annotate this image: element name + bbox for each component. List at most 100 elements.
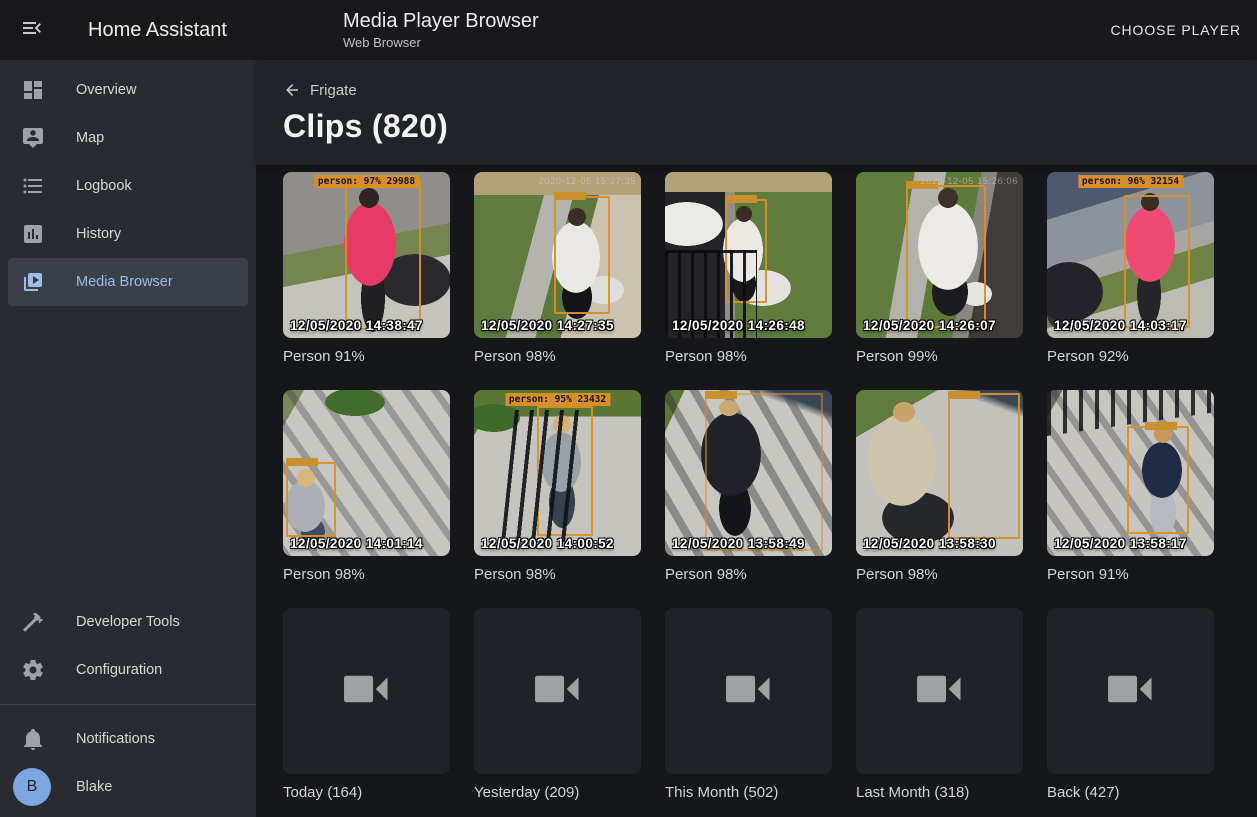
folder-caption: Back (427): [1047, 784, 1214, 801]
clip-card[interactable]: 12/05/2020 13:58:49Person 98%: [665, 390, 832, 583]
arrow-left-icon: [283, 81, 301, 99]
sidebar-spacer: [0, 306, 256, 598]
folder-card-back-427[interactable]: Back (427): [1047, 608, 1214, 801]
detection-label: person: 97% 29988: [314, 175, 419, 188]
detection-label: person: 95% 23432: [505, 393, 610, 406]
sidebar-item-media-browser[interactable]: Media Browser: [8, 258, 248, 306]
folder-card-yesterday-209[interactable]: Yesterday (209): [474, 608, 641, 801]
sidebar-item-label: Notifications: [76, 731, 155, 747]
content-area: Frigate Clips (820) person: 97% 2998812/…: [256, 60, 1257, 817]
clip-caption: Person 91%: [1047, 566, 1214, 583]
gear-icon: [21, 658, 45, 682]
clip-caption: Person 91%: [283, 348, 450, 365]
detection-bbox: [345, 180, 421, 330]
clip-card[interactable]: person: 96% 32154 12/05/2020 14:03:17 Pers…: [1047, 172, 1214, 365]
clip-thumbnail: 12/05/2020 13:58:49: [665, 390, 832, 556]
video-icon: [529, 660, 587, 723]
sidebar-item-label: Developer Tools: [76, 614, 180, 630]
camera-osd-timestamp: 2020-12-05 15:27:35: [538, 176, 636, 187]
detection-bbox: [725, 199, 767, 303]
video-icon: [720, 660, 778, 723]
clip-thumbnail: 12/05/2020 14:01:14: [283, 390, 450, 556]
video-icon: [911, 660, 969, 723]
main-layout: Overview Map LogbookHistory Media Browser D…: [0, 60, 1257, 817]
media-player-browser-subtitle: Web Browser: [343, 36, 539, 51]
folder-caption: Yesterday (209): [474, 784, 641, 801]
video-icon: [338, 660, 396, 723]
sidebar-item-label: Overview: [76, 82, 136, 98]
app-title: Home Assistant: [88, 19, 227, 42]
clip-thumbnail: 2020-12-05 15:27:35 12/05/2020 14:27:35: [474, 172, 641, 338]
page-title: Clips (820): [283, 108, 1257, 145]
clip-caption: Person 98%: [283, 566, 450, 583]
detection-bbox: [705, 393, 823, 551]
detection-bbox: [554, 196, 610, 314]
sidebar-item-label: Map: [76, 130, 104, 146]
sidebar-nav: Overview Map LogbookHistory Media Browser: [0, 66, 256, 306]
user-name-label: Blake: [76, 779, 112, 795]
top-app-bar: Home Assistant Media Player Browser Web …: [0, 0, 1257, 60]
list-icon: [21, 174, 45, 198]
sidebar-item-overview[interactable]: Overview: [8, 66, 248, 114]
clip-thumbnail: 12/05/2020 13:58:30: [856, 390, 1023, 556]
sidebar-item-history[interactable]: History: [8, 210, 248, 258]
clip-card[interactable]: 12/05/2020 14:26:48Person 98%: [665, 172, 832, 365]
sidebar-item-notifications[interactable]: Notifications: [8, 715, 248, 763]
folder-thumbnail: [665, 608, 832, 774]
clip-card[interactable]: 2020-12-05 15:27:35 12/05/2020 14:27:35 Pe…: [474, 172, 641, 365]
camera-osd-timestamp: 2020-12-05 15:26:06: [920, 176, 1018, 187]
clip-caption: Person 98%: [474, 566, 641, 583]
clip-caption: Person 99%: [856, 348, 1023, 365]
media-grid-area: person: 97% 2998812/05/2020 14:38:47 Pers…: [256, 165, 1257, 817]
choose-player-button[interactable]: CHOOSE PLAYER: [1095, 22, 1257, 38]
hammer-icon: [21, 610, 45, 634]
sidebar-item-user[interactable]: B Blake: [8, 763, 248, 811]
sidebar-item-map[interactable]: Map: [8, 114, 248, 162]
bell-icon: [21, 727, 45, 751]
clip-timestamp: 12/05/2020 14:01:14: [290, 536, 423, 551]
clip-card[interactable]: 2020-12-05 15:26:06 12/05/2020 14:26:07 Pe…: [856, 172, 1023, 365]
detection-label: person: 96% 32154: [1078, 175, 1183, 188]
sidebar-toggle-button[interactable]: [20, 18, 44, 42]
sidebar-footer-nav: Developer Tools Configuration: [0, 598, 256, 694]
folder-card-last-month-318[interactable]: Last Month (318): [856, 608, 1023, 801]
page-header-titles: Media Player Browser Web Browser: [343, 10, 539, 51]
clip-thumbnail: 12/05/2020 13:58:17: [1047, 390, 1214, 556]
folder-thumbnail: [283, 608, 450, 774]
account-location-icon: [21, 126, 45, 150]
sidebar-item-logbook[interactable]: Logbook: [8, 162, 248, 210]
sidebar-item-configuration[interactable]: Configuration: [8, 646, 248, 694]
sidebar: Overview Map LogbookHistory Media Browser D…: [0, 60, 256, 817]
clip-caption: Person 98%: [474, 348, 641, 365]
clip-timestamp: 12/05/2020 14:26:07: [863, 318, 996, 333]
detection-bbox: [1127, 426, 1189, 534]
breadcrumb-back-frigate[interactable]: Frigate: [283, 81, 1257, 99]
folder-card-today-164[interactable]: Today (164): [283, 608, 450, 801]
sidebar-item-label: Media Browser: [76, 274, 173, 290]
chart-icon: [21, 222, 45, 246]
clip-caption: Person 98%: [856, 566, 1023, 583]
media-player-browser-title: Media Player Browser: [343, 10, 539, 33]
folder-thumbnail: [1047, 608, 1214, 774]
video-icon: [1102, 660, 1160, 723]
menu-open-icon: [20, 16, 44, 45]
clip-timestamp: 12/05/2020 14:00:52: [481, 536, 614, 551]
clip-thumbnail: person: 97% 2998812/05/2020 14:38:47: [283, 172, 450, 338]
folder-card-this-month-502[interactable]: This Month (502): [665, 608, 832, 801]
clip-timestamp: 12/05/2020 14:27:35: [481, 318, 614, 333]
sidebar-item-developer-tools[interactable]: Developer Tools: [8, 598, 248, 646]
clip-card[interactable]: person: 97% 2998812/05/2020 14:38:47 Pers…: [283, 172, 450, 365]
clips-grid: person: 97% 2998812/05/2020 14:38:47 Pers…: [283, 172, 1257, 801]
clip-timestamp: 12/05/2020 14:03:17: [1054, 318, 1187, 333]
breadcrumb-label: Frigate: [310, 82, 357, 99]
clip-card[interactable]: 12/05/2020 14:01:14 Person 98%: [283, 390, 450, 583]
media-browser-icon: [21, 270, 45, 294]
clip-card[interactable]: person: 95% 23432 12/05/2020 14:00:52 Pers…: [474, 390, 641, 583]
clip-card[interactable]: 12/05/2020 13:58:30 Person 98%: [856, 390, 1023, 583]
clip-thumbnail: 2020-12-05 15:26:06 12/05/2020 14:26:07: [856, 172, 1023, 338]
folder-caption: This Month (502): [665, 784, 832, 801]
clip-caption: Person 92%: [1047, 348, 1214, 365]
clip-card[interactable]: 12/05/2020 13:58:17 Person 91%: [1047, 390, 1214, 583]
folder-caption: Today (164): [283, 784, 450, 801]
sidebar-item-label: Configuration: [76, 662, 162, 678]
